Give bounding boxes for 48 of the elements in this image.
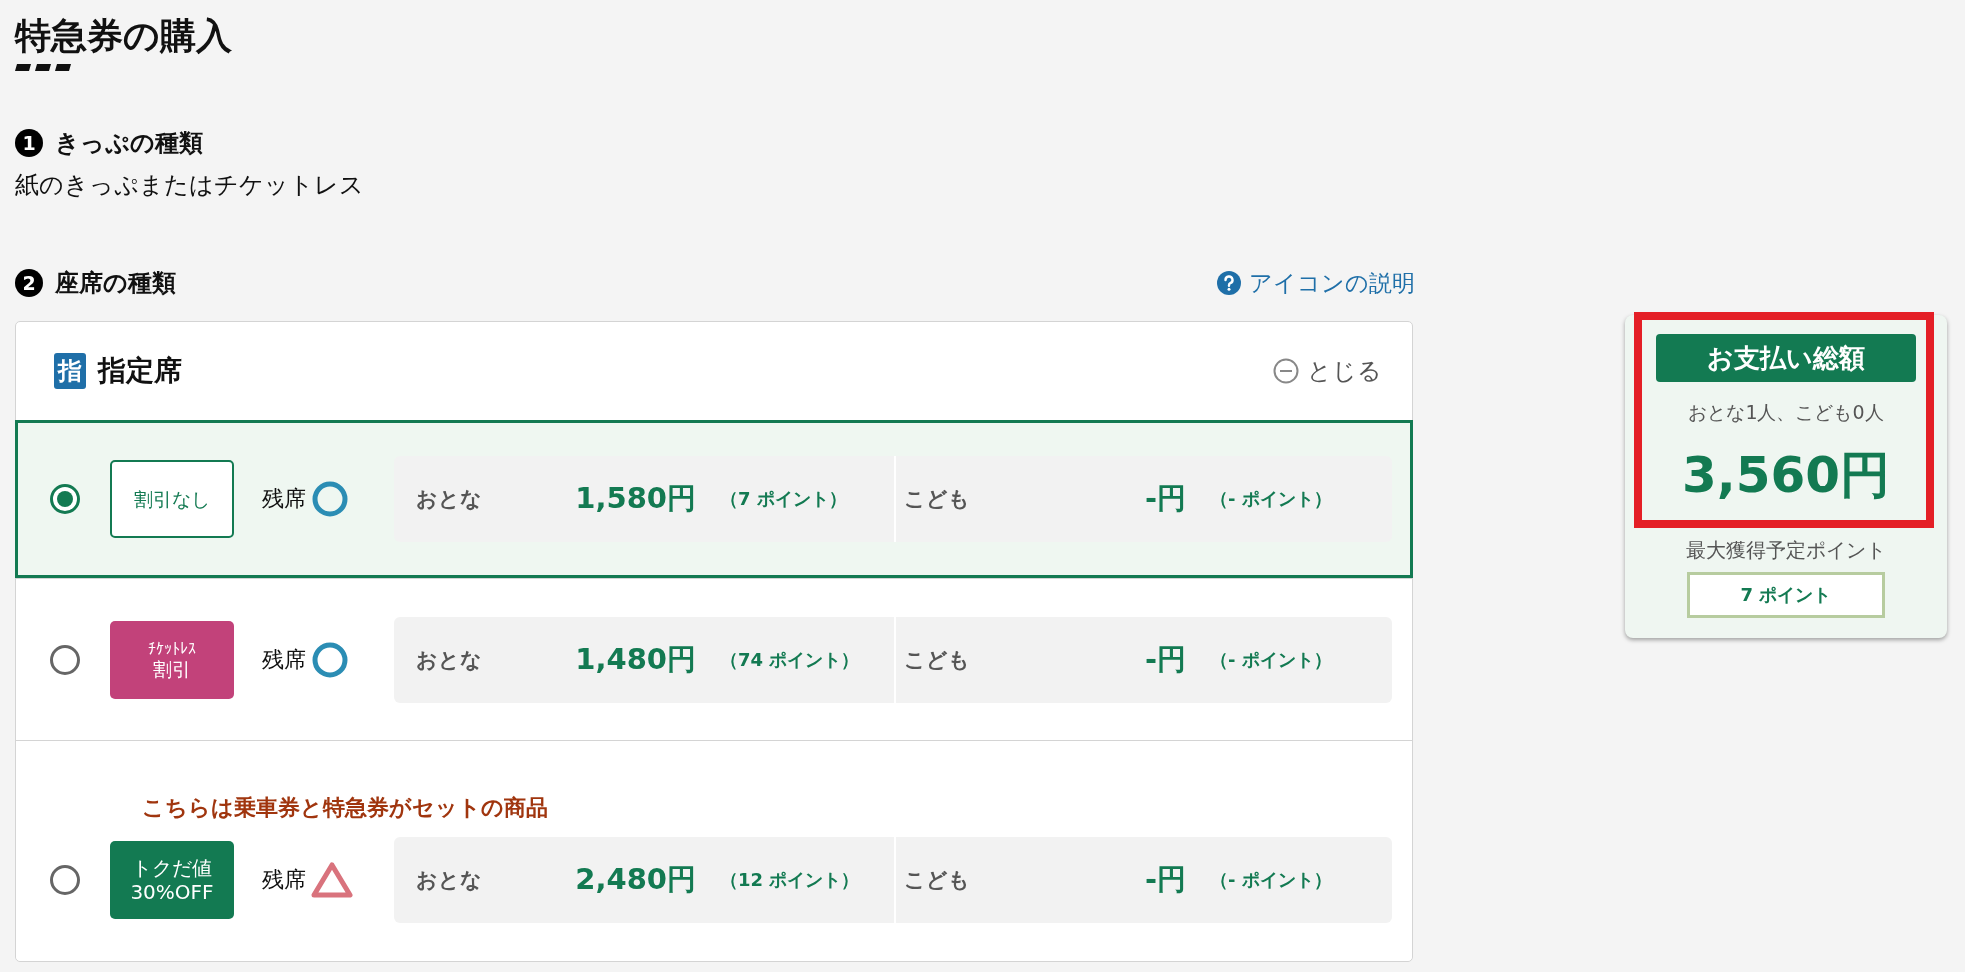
adult-points: （74 ポイント） (720, 647, 860, 672)
step-value: 紙のきっぷまたはチケットレス (15, 170, 365, 201)
points-label: 最大獲得予定ポイント (1686, 537, 1886, 564)
step-title: 座席の種類 (55, 268, 176, 299)
child-label: こども (904, 646, 971, 674)
page-title: 特急券の購入 (15, 14, 233, 58)
passenger-count: おとな1人、こども0人 (1688, 400, 1884, 425)
radio-button[interactable] (50, 865, 80, 895)
set-product-notice: こちらは乗車券と特急券がセットの商品 (142, 794, 549, 822)
discount-badge: ﾁｹｯﾄﾚｽ 割引 (110, 620, 234, 699)
points-value: 7 ポイント (1687, 572, 1885, 618)
help-icon (1217, 271, 1241, 295)
total-amount: 3,560円 (1681, 445, 1891, 506)
availability-label: 残席 (262, 866, 306, 894)
title-underline-icon (15, 64, 71, 71)
adult-price: 1,480円 (574, 640, 696, 678)
collapse-icon (1273, 358, 1299, 384)
child-price: -円 (1143, 480, 1186, 517)
step-title: きっぷの種類 (55, 128, 203, 159)
adult-label: おとな (416, 486, 483, 513)
radio-button[interactable] (50, 484, 80, 514)
child-price: -円 (1143, 640, 1186, 678)
adult-label: おとな (416, 867, 483, 894)
close-button[interactable]: とじる (1273, 355, 1382, 387)
discount-badge: トクだ値 30%OFF (110, 841, 234, 919)
adult-label: おとな (416, 646, 483, 674)
adult-price: 2,480円 (574, 861, 696, 898)
help-link[interactable]: アイコンの説明 (1217, 267, 1415, 299)
availability-label: 残席 (262, 645, 306, 674)
child-points: （- ポイント） (1210, 487, 1332, 511)
child-label: こども (904, 867, 971, 894)
step-number: 1 (15, 129, 43, 157)
child-price: -円 (1143, 861, 1186, 898)
availability-label: 残席 (262, 485, 306, 513)
child-points: （- ポイント） (1210, 868, 1332, 892)
card-title: 指定席 (98, 353, 182, 389)
summary-heading: お支払い総額 (1656, 334, 1916, 382)
adult-price: 1,580円 (574, 480, 696, 517)
child-points: （- ポイント） (1210, 647, 1332, 672)
step-number: 2 (15, 269, 43, 297)
discount-badge: 割引なし (110, 460, 234, 538)
child-label: こども (904, 486, 971, 513)
fare-option-row[interactable]: こちらは乗車券と特急券がセットの商品 トクだ値 30%OFF 残席 おとな 2,480円 （12 ポイント） こども -円 （- ポイント） (16, 740, 1412, 961)
fare-option-row[interactable]: 割引なし 残席 おとな 1,580円 （7 ポイント） こども -円 （- ポイント） (15, 420, 1413, 578)
adult-points: （7 ポイント） (720, 487, 847, 511)
reserved-seat-badge: 指 (54, 353, 86, 389)
adult-points: （12 ポイント） (720, 868, 860, 892)
radio-button[interactable] (50, 644, 80, 675)
